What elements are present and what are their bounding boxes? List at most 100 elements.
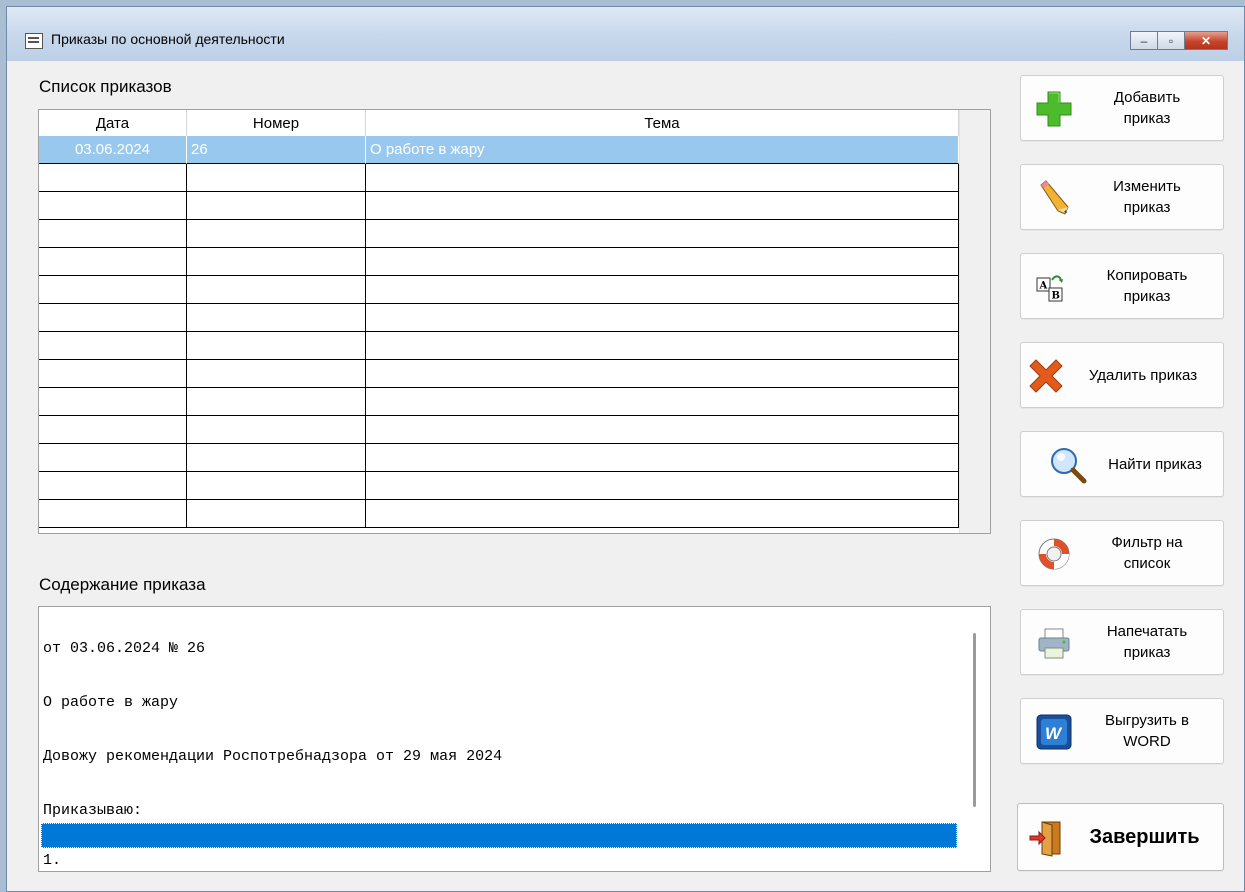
exit-door-icon (1029, 821, 1061, 857)
magnifier-icon (1051, 448, 1087, 484)
content-line: Приказываю: (43, 802, 143, 819)
date-cell[interactable] (39, 472, 187, 500)
number-cell[interactable] (187, 192, 366, 220)
topic-cell[interactable] (366, 304, 959, 332)
pencil-icon (1040, 180, 1069, 215)
number-cell[interactable] (187, 388, 366, 416)
find-order-label: Найти приказ (1108, 455, 1202, 473)
topic-cell[interactable] (366, 276, 959, 304)
date-cell[interactable] (39, 388, 187, 416)
number-cell[interactable] (187, 220, 366, 248)
x-mark-icon (1029, 359, 1063, 393)
table-row[interactable] (39, 192, 959, 220)
table-row[interactable] (39, 276, 959, 304)
date-cell[interactable] (39, 276, 187, 304)
content-label: Содержание приказа (39, 575, 206, 594)
order-content-textarea[interactable]: от 03.06.2024 № 26 О работе в жару Довож… (38, 606, 991, 872)
date-cell[interactable] (39, 164, 187, 192)
date-cell[interactable] (39, 500, 187, 528)
lifebuoy-icon (1038, 538, 1070, 570)
number-cell[interactable] (187, 416, 366, 444)
column-header-topic[interactable]: Тема (366, 110, 959, 136)
date-cell[interactable] (39, 304, 187, 332)
title-bar[interactable]: Приказы по основной деятельности – ▫ ✕ (7, 7, 1244, 61)
table-row[interactable] (39, 500, 959, 528)
print-order-label: Напечатать приказ (1106, 623, 1188, 661)
content-line: 1. (43, 852, 62, 869)
date-cell[interactable] (39, 416, 187, 444)
topic-cell[interactable] (366, 192, 959, 220)
delete-order-button[interactable]: Удалить приказ (1020, 342, 1224, 408)
number-cell[interactable] (187, 304, 366, 332)
main-window: Приказы по основной деятельности – ▫ ✕ С… (6, 6, 1245, 892)
table-row[interactable] (39, 332, 959, 360)
number-cell[interactable] (187, 248, 366, 276)
table-row[interactable] (39, 388, 959, 416)
close-button[interactable]: ✕ (1184, 31, 1228, 50)
orders-grid[interactable]: Дата Номер Тема 03.06.2024 26 О работе в ж… (38, 109, 991, 534)
table-row[interactable] (39, 220, 959, 248)
topic-cell[interactable] (366, 220, 959, 248)
content-scrollbar[interactable] (973, 633, 976, 807)
window-controls: – ▫ ✕ (1130, 31, 1228, 50)
number-cell[interactable] (187, 444, 366, 472)
table-row[interactable] (39, 472, 959, 500)
date-cell[interactable] (39, 444, 187, 472)
export-word-button[interactable]: W Выгрузить в WORD (1020, 698, 1224, 764)
date-cell[interactable] (39, 248, 187, 276)
filter-list-button[interactable]: Фильтр на список (1020, 520, 1224, 586)
number-cell[interactable] (187, 332, 366, 360)
minimize-button[interactable]: – (1130, 31, 1158, 50)
date-cell[interactable] (39, 220, 187, 248)
maximize-button[interactable]: ▫ (1157, 31, 1185, 50)
exit-label: Завершить (1089, 825, 1200, 848)
table-row[interactable] (39, 164, 959, 192)
window-title: Приказы по основной деятельности (51, 31, 285, 47)
copy-order-label: Копировать приказ (1106, 267, 1188, 305)
column-header-date[interactable]: Дата (39, 110, 187, 136)
number-cell[interactable] (187, 164, 366, 192)
date-cell[interactable]: 03.06.2024 (39, 136, 187, 164)
number-cell[interactable] (187, 472, 366, 500)
topic-cell[interactable] (366, 500, 959, 528)
table-row[interactable] (39, 360, 959, 388)
table-row[interactable] (39, 444, 959, 472)
word-icon: W (1036, 714, 1072, 750)
topic-cell[interactable] (366, 472, 959, 500)
date-cell[interactable] (39, 192, 187, 220)
table-row[interactable] (39, 248, 959, 276)
table-row[interactable]: 03.06.2024 26 О работе в жару (39, 136, 959, 164)
topic-cell[interactable] (366, 164, 959, 192)
add-order-button[interactable]: Добавить приказ (1020, 75, 1224, 141)
content-line: от 03.06.2024 № 26 (43, 640, 206, 657)
exit-button[interactable]: Завершить (1017, 803, 1224, 871)
svg-text:A: A (1039, 281, 1048, 292)
table-row[interactable] (39, 304, 959, 332)
topic-cell[interactable] (366, 416, 959, 444)
table-row[interactable] (39, 416, 959, 444)
text-selection (41, 823, 957, 848)
date-cell[interactable] (39, 360, 187, 388)
topic-cell[interactable] (366, 444, 959, 472)
topic-cell[interactable] (366, 332, 959, 360)
find-order-button[interactable]: Найти приказ (1020, 431, 1224, 497)
copy-order-button[interactable]: A B Копировать приказ (1020, 253, 1224, 319)
app-icon (25, 33, 43, 49)
print-order-button[interactable]: Напечатать приказ (1020, 609, 1224, 675)
column-header-number[interactable]: Номер (187, 110, 366, 136)
topic-cell[interactable] (366, 248, 959, 276)
edit-order-button[interactable]: Изменить приказ (1020, 164, 1224, 230)
number-cell[interactable] (187, 276, 366, 304)
topic-cell[interactable] (366, 360, 959, 388)
topic-cell[interactable]: О работе в жару (366, 136, 959, 164)
edit-order-label: Изменить приказ (1113, 178, 1181, 216)
number-cell[interactable]: 26 (187, 136, 366, 164)
number-cell[interactable] (187, 360, 366, 388)
list-label: Список приказов (39, 77, 172, 96)
grid-scrollbar[interactable] (959, 110, 990, 533)
plus-icon (1036, 91, 1072, 127)
topic-cell[interactable] (366, 388, 959, 416)
date-cell[interactable] (39, 332, 187, 360)
number-cell[interactable] (187, 500, 366, 528)
delete-order-label: Удалить приказ (1088, 366, 1198, 384)
